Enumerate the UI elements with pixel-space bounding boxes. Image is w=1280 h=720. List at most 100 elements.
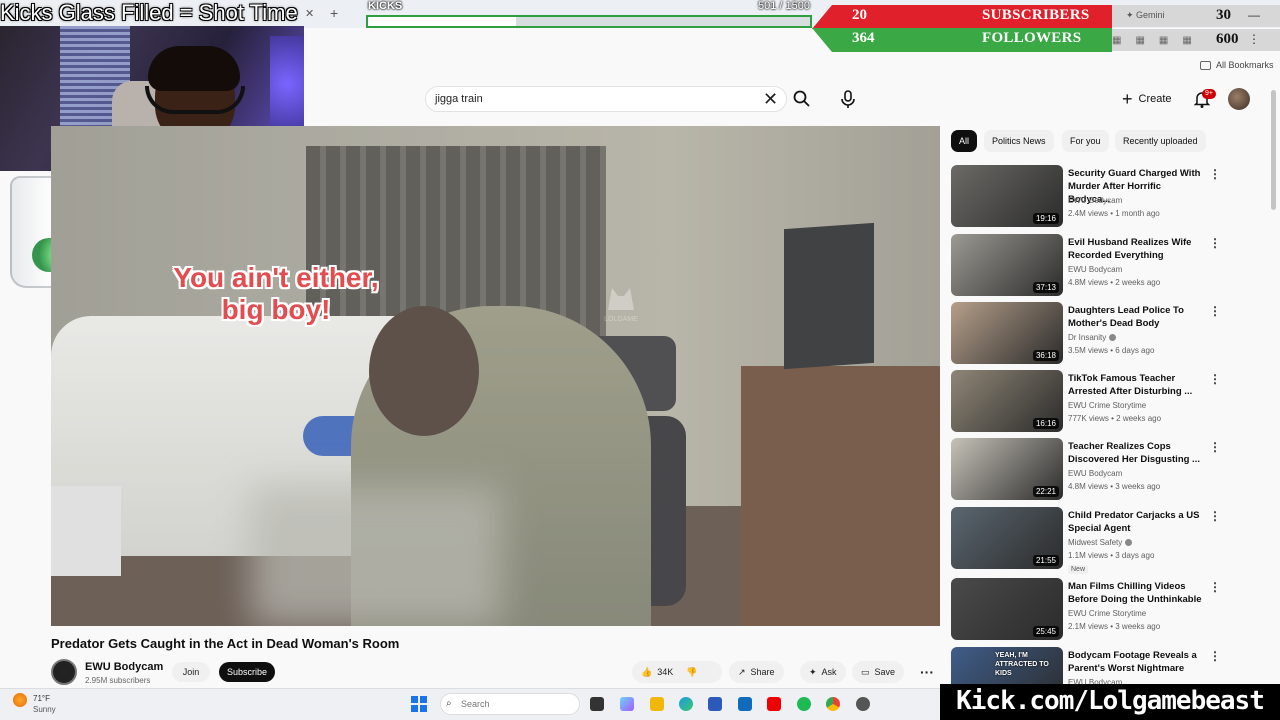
video-duration: 25:45 xyxy=(1032,626,1059,637)
video-meta: 4.8M views • 3 weeks ago xyxy=(1068,482,1161,491)
extension-icons[interactable]: ▦▦▦▦ xyxy=(1112,35,1206,46)
clear-search-icon[interactable]: ✕ xyxy=(763,90,778,108)
filter-chip[interactable]: Politics News xyxy=(984,130,1054,152)
recommended-video[interactable]: 36:18 Daughters Lead Police To Mother's D… xyxy=(951,302,1221,368)
video-thumbnail[interactable]: 25:45 xyxy=(951,578,1063,640)
video-thumbnail[interactable]: 21:55 xyxy=(951,507,1063,569)
video-meta: 2.4M views • 1 month ago xyxy=(1068,209,1160,218)
kicks-label: KICKS xyxy=(368,0,403,12)
recommended-video[interactable]: 22:21 Teacher Realizes Cops Discovered He… xyxy=(951,438,1221,504)
save-button[interactable]: ▭ Save xyxy=(852,661,905,683)
video-thumbnail[interactable]: 22:21 xyxy=(951,438,1063,500)
video-thumbnail[interactable]: 37:13 xyxy=(951,234,1063,296)
video-meta: 777K views • 2 weeks ago xyxy=(1068,414,1162,423)
edge-icon[interactable] xyxy=(679,697,693,711)
like-count: 34K xyxy=(657,667,674,677)
kicks-progress-bar xyxy=(366,15,812,28)
share-icon: ↗ xyxy=(738,666,746,677)
more-actions-icon[interactable]: ··· xyxy=(920,664,934,680)
glass-overlay-title: Kicks Glass Filled = Shot Time xyxy=(0,0,298,25)
video-title[interactable]: Teacher Realizes Cops Discovered Her Dis… xyxy=(1068,440,1203,466)
video-title[interactable]: Daughters Lead Police To Mother's Dead B… xyxy=(1068,304,1203,330)
ask-button[interactable]: ✦ Ask xyxy=(800,661,846,683)
new-badge: New xyxy=(1068,565,1089,574)
scrollbar[interactable] xyxy=(1271,90,1276,210)
filter-chip[interactable]: All xyxy=(951,130,978,152)
more-options-icon[interactable]: ⋮ xyxy=(1209,440,1221,454)
recommended-video[interactable]: 25:45 Man Films Chilling Videos Before Do… xyxy=(951,578,1221,644)
subscribers-counter: 20 SUBSCRIBERS xyxy=(812,5,1112,29)
channel-name: EWU Bodycam xyxy=(1068,196,1123,205)
task-view-icon[interactable] xyxy=(590,697,604,711)
sparkle-icon: ✦ xyxy=(809,666,817,677)
create-button[interactable]: + Create xyxy=(1122,89,1172,109)
filter-chip[interactable]: Recently uploaded xyxy=(1115,130,1206,152)
channel-name: Midwest Safety xyxy=(1068,538,1133,547)
search-input[interactable]: jigga train xyxy=(425,86,787,112)
like-dislike-group[interactable]: 👍 34K 👎 xyxy=(632,661,722,683)
video-player[interactable]: You ain't either, big boy! LOLGAME xyxy=(51,126,940,626)
all-bookmarks-button[interactable]: All Bookmarks xyxy=(1200,60,1274,70)
video-thumbnail[interactable]: 36:18 xyxy=(951,302,1063,364)
video-title[interactable]: Bodycam Footage Reveals a Parent's Worst… xyxy=(1068,649,1203,675)
video-thumbnail[interactable]: 16:16 xyxy=(951,370,1063,432)
subscribers-goal: ✦ Gemini 30 — xyxy=(1112,5,1280,27)
notification-badge: 9+ xyxy=(1202,89,1216,99)
more-options-icon[interactable]: ⋮ xyxy=(1209,304,1221,318)
new-tab-icon[interactable]: + xyxy=(330,5,338,21)
video-title[interactable]: Evil Husband Realizes Wife Recorded Ever… xyxy=(1068,236,1203,262)
menu-icon[interactable]: ⋮ xyxy=(1248,32,1276,46)
gemini-label[interactable]: ✦ Gemini xyxy=(1126,10,1165,21)
more-options-icon[interactable]: ⋮ xyxy=(1209,167,1221,181)
obs-icon[interactable] xyxy=(856,697,870,711)
account-avatar[interactable] xyxy=(1228,88,1250,110)
more-options-icon[interactable]: ⋮ xyxy=(1209,236,1221,250)
thumbs-up-icon[interactable]: 👍 xyxy=(641,667,652,678)
copilot-icon[interactable] xyxy=(620,697,634,711)
join-button[interactable]: Join xyxy=(172,662,210,682)
chrome-icon[interactable] xyxy=(826,697,840,711)
bookmark-icon: ▭ xyxy=(861,666,870,677)
followers-goal-number: 600 xyxy=(1216,31,1239,47)
recommended-video[interactable]: 16:16 TikTok Famous Teacher Arrested Afte… xyxy=(951,370,1221,436)
video-meta: 3.5M views • 6 days ago xyxy=(1068,346,1155,355)
filter-chip[interactable]: For you xyxy=(1062,130,1109,152)
verified-icon xyxy=(1125,539,1133,547)
outlook-icon[interactable] xyxy=(738,697,752,711)
video-thumbnail[interactable]: 19:16 xyxy=(951,165,1063,227)
channel-name: Dr Insanity xyxy=(1068,333,1117,342)
store-icon[interactable] xyxy=(708,697,722,711)
video-title[interactable]: TikTok Famous Teacher Arrested After Dis… xyxy=(1068,372,1203,398)
more-options-icon[interactable]: ⋮ xyxy=(1209,509,1221,523)
windows-start-icon[interactable] xyxy=(411,696,427,712)
file-explorer-icon[interactable] xyxy=(650,697,664,711)
video-title[interactable]: Man Films Chilling Videos Before Doing t… xyxy=(1068,580,1203,606)
more-options-icon[interactable]: ⋮ xyxy=(1209,649,1221,663)
weather-sun-icon[interactable] xyxy=(13,693,27,707)
video-duration: 16:16 xyxy=(1032,418,1059,429)
taskbar-search[interactable]: ⌕ Search xyxy=(440,693,580,715)
followers-counter: 364 FOLLOWERS xyxy=(812,28,1112,52)
window-controls[interactable]: — xyxy=(1248,8,1276,22)
tab-close-icon[interactable]: ✕ xyxy=(305,7,314,20)
recommended-video[interactable]: 19:16 Security Guard Charged With Murder … xyxy=(951,165,1221,231)
more-options-icon[interactable]: ⋮ xyxy=(1209,372,1221,386)
recommended-video[interactable]: 21:55 Child Predator Carjacks a US Specia… xyxy=(951,507,1221,574)
kicks-goal-bar: KICKS 501 / 1500 xyxy=(366,0,812,30)
channel-avatar[interactable] xyxy=(51,659,77,685)
video-caption: You ain't either, big boy! xyxy=(173,262,379,325)
share-button[interactable]: ↗ Share xyxy=(729,661,784,683)
youtube-icon[interactable] xyxy=(767,697,781,711)
video-title[interactable]: Child Predator Carjacks a US Special Age… xyxy=(1068,509,1203,535)
kicks-count: 501 / 1500 xyxy=(758,0,810,12)
thumbs-down-icon[interactable]: 👎 xyxy=(686,667,697,678)
channel-name[interactable]: EWU Bodycam xyxy=(85,661,163,673)
share-label: Share xyxy=(750,667,775,677)
spotify-icon[interactable] xyxy=(797,697,811,711)
microphone-icon[interactable] xyxy=(838,89,858,109)
recommended-video[interactable]: 37:13 Evil Husband Realizes Wife Recorded… xyxy=(951,234,1221,300)
video-meta: 2.1M views • 3 weeks ago xyxy=(1068,622,1161,631)
subscribe-button[interactable]: Subscribe xyxy=(219,662,275,682)
more-options-icon[interactable]: ⋮ xyxy=(1209,580,1221,594)
search-icon[interactable] xyxy=(792,89,812,109)
